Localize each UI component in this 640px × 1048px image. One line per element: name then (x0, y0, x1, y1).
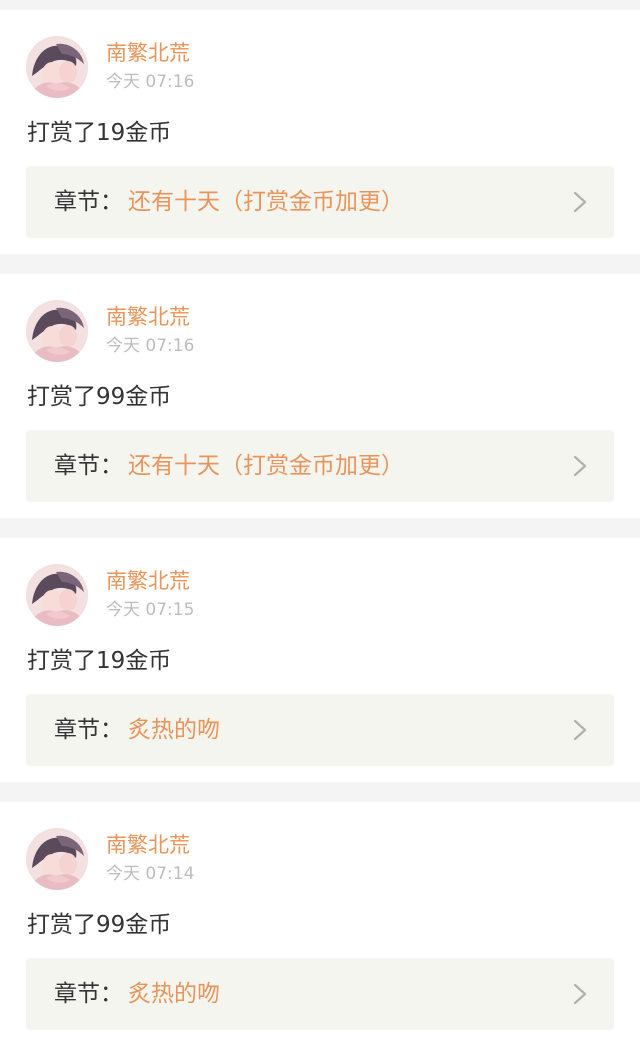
user-avatar[interactable] (26, 300, 88, 362)
username[interactable]: 南繁北荒 (106, 40, 190, 66)
chevron-right-icon (573, 455, 587, 477)
chevron-right-icon (573, 983, 587, 1005)
chapter-title: 还有十天（打赏金币加更） (128, 453, 404, 479)
reward-action-text: 打赏了19金币 (27, 648, 172, 674)
avatar-illustration (26, 300, 88, 362)
avatar-illustration (26, 564, 88, 626)
reward-card: 南繁北荒 今天 07:14 打赏了99金币 章节： 炙热的吻 (0, 802, 640, 1048)
chapter-prefix: 章节： (54, 981, 123, 1007)
reward-card: 南繁北荒 今天 07:16 打赏了99金币 章节： 还有十天（打赏金币加更） (0, 274, 640, 518)
username[interactable]: 南繁北荒 (106, 568, 190, 594)
chapter-link[interactable]: 章节： 还有十天（打赏金币加更） (26, 430, 614, 502)
user-avatar[interactable] (26, 36, 88, 98)
timestamp: 今天 07:15 (106, 600, 195, 620)
chapter-title: 炙热的吻 (128, 717, 220, 743)
timestamp: 今天 07:16 (106, 336, 195, 356)
chapter-link[interactable]: 章节： 还有十天（打赏金币加更） (26, 166, 614, 238)
reward-card: 南繁北荒 今天 07:16 打赏了19金币 章节： 还有十天（打赏金币加更） (0, 10, 640, 254)
chapter-prefix: 章节： (54, 189, 123, 215)
reward-action-text: 打赏了99金币 (27, 384, 172, 410)
chevron-right-icon (573, 719, 587, 741)
chapter-prefix: 章节： (54, 717, 123, 743)
chapter-title: 炙热的吻 (128, 981, 220, 1007)
username[interactable]: 南繁北荒 (106, 304, 190, 330)
reward-action-text: 打赏了99金币 (27, 912, 172, 938)
chapter-link[interactable]: 章节： 炙热的吻 (26, 958, 614, 1030)
timestamp: 今天 07:16 (106, 72, 195, 92)
chapter-prefix: 章节： (54, 453, 123, 479)
user-avatar[interactable] (26, 828, 88, 890)
timestamp: 今天 07:14 (106, 864, 195, 884)
avatar-illustration (26, 828, 88, 890)
username[interactable]: 南繁北荒 (106, 832, 190, 858)
chevron-right-icon (573, 191, 587, 213)
user-avatar[interactable] (26, 564, 88, 626)
chapter-link[interactable]: 章节： 炙热的吻 (26, 694, 614, 766)
avatar-illustration (26, 36, 88, 98)
reward-card: 南繁北荒 今天 07:15 打赏了19金币 章节： 炙热的吻 (0, 538, 640, 782)
chapter-title: 还有十天（打赏金币加更） (128, 189, 404, 215)
reward-action-text: 打赏了19金币 (27, 120, 172, 146)
